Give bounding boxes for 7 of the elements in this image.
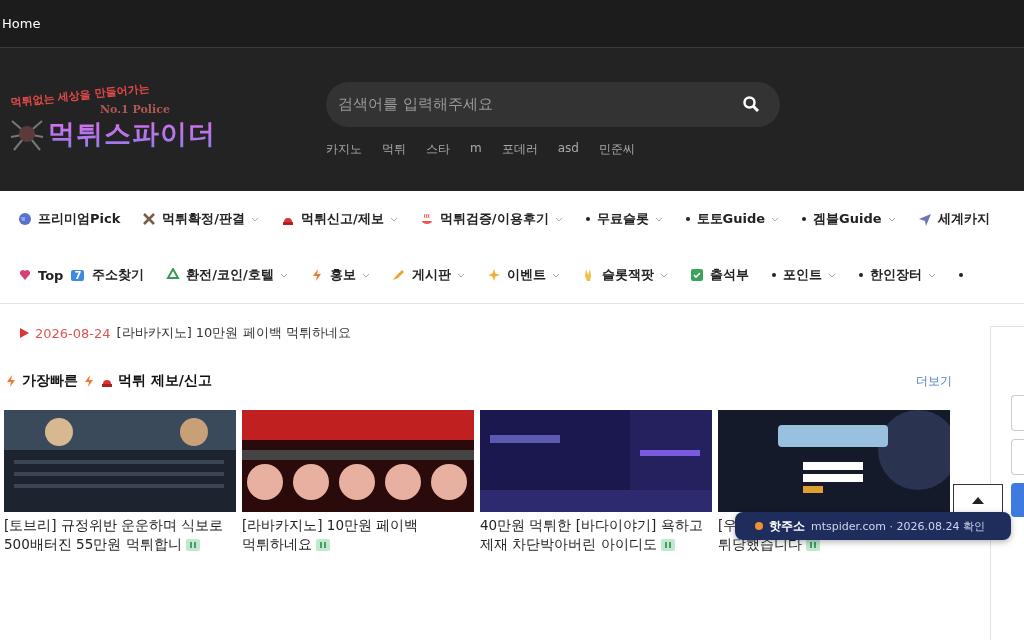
number-badge: 7: [71, 269, 85, 281]
logo-subtitle: No.1 Police: [100, 102, 170, 116]
toast-label: 핫주소: [769, 517, 805, 535]
section-title: 먹튀 제보/신고: [118, 372, 212, 390]
nav-item-label: 주소찾기: [92, 266, 145, 284]
section-title: 가장빠른: [22, 372, 78, 390]
ticker-date: 2026-08-24: [35, 325, 111, 341]
